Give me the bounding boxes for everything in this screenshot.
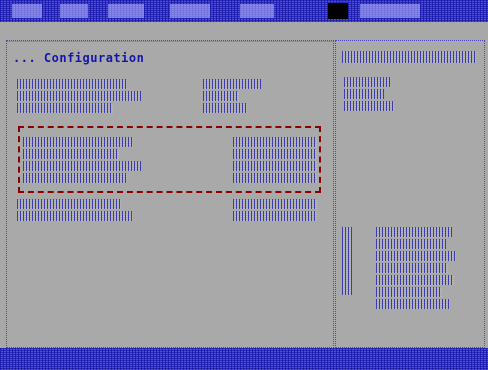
setting-value[interactable] <box>233 199 317 209</box>
setting-label <box>17 91 141 101</box>
help-line <box>376 263 448 273</box>
setting-label <box>17 199 121 209</box>
help-item <box>344 77 390 87</box>
setting-value[interactable] <box>233 211 317 221</box>
help-item <box>344 101 394 111</box>
page-title: ... Configuration <box>13 51 145 65</box>
help-line <box>376 287 442 297</box>
menu-item[interactable] <box>12 4 42 18</box>
setting-label <box>17 79 127 89</box>
setting-label <box>17 103 113 113</box>
main-panel-top-border <box>7 41 333 42</box>
setting-label <box>17 211 133 221</box>
setting-value[interactable] <box>203 91 239 101</box>
menu-item[interactable] <box>360 4 420 18</box>
menu-item[interactable] <box>60 4 88 18</box>
help-line <box>376 299 450 309</box>
menu-item[interactable] <box>108 4 144 18</box>
help-line <box>376 227 452 237</box>
top-menu-bar <box>0 0 488 22</box>
help-key-column <box>342 227 352 295</box>
main-panel: ... Configuration <box>6 40 334 348</box>
selected-item-group[interactable] <box>18 126 321 193</box>
help-item <box>344 89 384 99</box>
help-line <box>376 275 454 285</box>
bottom-status-bar <box>0 348 488 370</box>
menu-item[interactable] <box>170 4 210 18</box>
setting-value[interactable] <box>203 79 261 89</box>
setting-value[interactable] <box>203 103 247 113</box>
help-line <box>376 239 446 249</box>
menu-item[interactable] <box>240 4 274 18</box>
status-bar-texture <box>0 348 488 370</box>
status-indicator-icon <box>328 3 348 19</box>
help-side-panel <box>335 40 485 348</box>
help-panel-header <box>342 51 476 63</box>
help-line <box>376 251 456 261</box>
